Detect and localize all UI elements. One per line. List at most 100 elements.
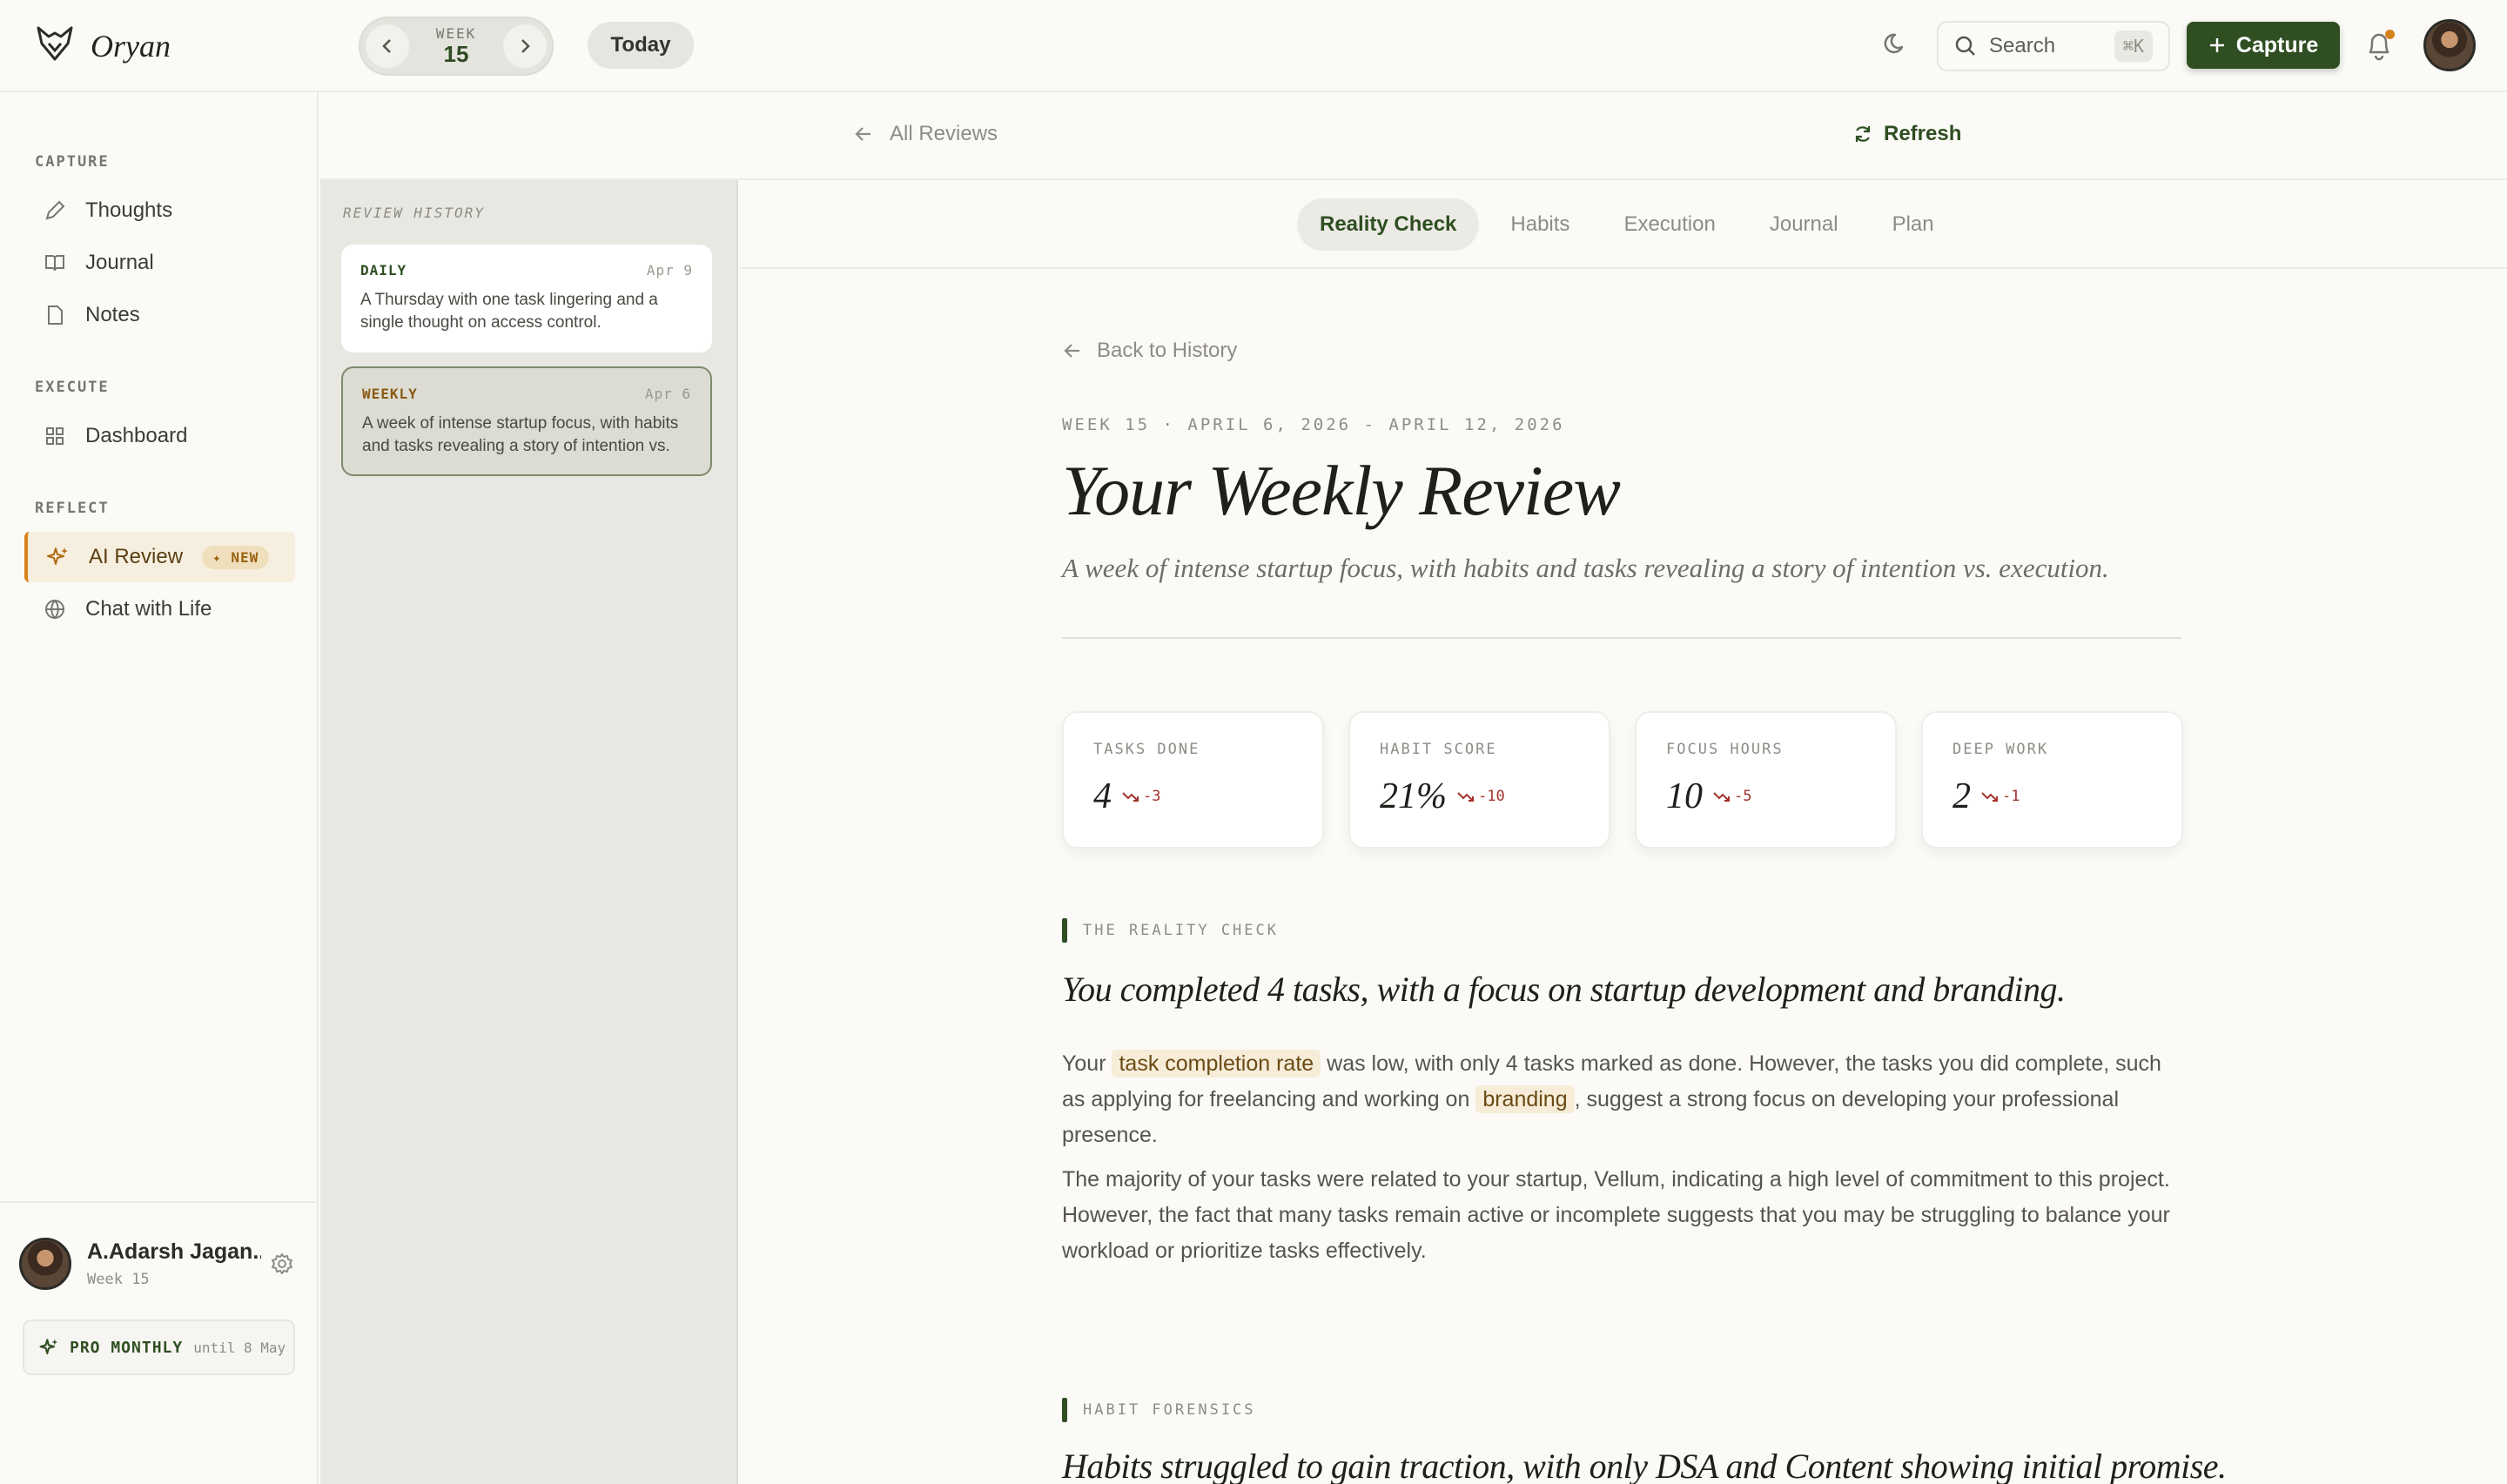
stat-value: 21% (1380, 776, 1447, 816)
week-label: WEEK (435, 25, 477, 42)
stat-label: TASKS DONE (1093, 741, 1200, 758)
user-week: Week 15 (87, 1271, 150, 1288)
tab-habits[interactable]: Habits (1488, 198, 1592, 251)
reality-check-paragraph-2: The majority of your tasks were related … (1062, 1167, 2170, 1263)
sidebar-section-capture: CAPTURE (35, 153, 110, 171)
week-indicator: WEEK 15 (435, 25, 477, 67)
sidebar-item-label: Notes (85, 303, 140, 326)
brand[interactable]: Oryan (35, 24, 171, 67)
prev-week-button[interactable] (366, 24, 409, 68)
week-number: 15 (443, 41, 469, 67)
stat-card-tasks-done: TASKS DONE 4 -3 (1062, 711, 1324, 849)
search-placeholder: Search (1989, 34, 2056, 57)
gear-icon[interactable] (270, 1252, 294, 1280)
history-card-type: WEEKLY (362, 386, 418, 402)
globe-icon (45, 599, 64, 620)
divider (1062, 637, 2181, 639)
refresh-button[interactable]: Refresh (1852, 122, 1961, 146)
refresh-label: Refresh (1884, 122, 1962, 145)
section-label: THE REALITY CHECK (1083, 922, 1279, 939)
stat-card-habit-score: HABIT SCORE 21% -10 (1348, 711, 1610, 849)
page-title: Your Weekly Review (1062, 451, 1621, 530)
plan-label: PRO MONTHLY (70, 1338, 184, 1357)
stat-value: 10 (1666, 776, 1703, 816)
section-accent-bar (1062, 918, 1067, 943)
sidebar-section-execute: EXECUTE (35, 379, 110, 396)
stat-delta: -3 (1122, 788, 1160, 805)
all-reviews-link[interactable]: All Reviews (853, 122, 998, 146)
history-card-summary: A week of intense startup focus, with ha… (362, 414, 679, 455)
week-navigator: WEEK 15 (359, 17, 554, 76)
trend-down-icon (1457, 792, 1474, 802)
tab-reality-check[interactable]: Reality Check (1297, 198, 1480, 251)
sidebar-item-thoughts[interactable]: Thoughts (24, 185, 295, 236)
back-label: Back to History (1097, 339, 1238, 362)
fox-logo-icon (35, 24, 75, 67)
pencil-icon (45, 200, 65, 220)
tab-execution[interactable]: Execution (1601, 198, 1737, 251)
reality-check-heading: THE REALITY CHECK (1062, 918, 1279, 943)
stat-label: DEEP WORK (1953, 741, 2049, 758)
sidebar-item-dashboard[interactable]: Dashboard (24, 411, 295, 461)
sidebar-item-ai-review[interactable]: AI Review ✦ NEW (24, 532, 295, 582)
tab-plan[interactable]: Plan (1870, 198, 1957, 251)
review-subheader: All Reviews Refresh (320, 92, 2507, 180)
refresh-icon (1855, 126, 1871, 142)
file-icon (48, 306, 63, 325)
reality-check-title: You completed 4 tasks, with a focus on s… (1062, 970, 2066, 1009)
reality-check-paragraph-1: Your task completion rate was low, with … (1062, 1050, 2161, 1147)
avatar[interactable] (2423, 19, 2476, 71)
capture-label: Capture (2235, 32, 2319, 57)
habit-forensics-title: Habits struggled to gain traction, with … (1062, 1447, 2227, 1484)
arrow-left-icon (1064, 344, 1079, 358)
user-avatar[interactable] (19, 1238, 71, 1290)
moon-icon[interactable] (1883, 30, 1911, 62)
history-card-date: Apr 9 (646, 262, 693, 279)
stat-delta: -1 (1981, 788, 2020, 805)
stat-value: 2 (1953, 776, 1971, 816)
search-box[interactable]: Search ⌘K (1937, 21, 2170, 71)
sidebar-item-chat-with-life[interactable]: Chat with Life (24, 584, 295, 635)
tab-journal[interactable]: Journal (1747, 198, 1861, 251)
back-to-history-link[interactable]: Back to History (1062, 339, 1237, 363)
history-card-summary: A Thursday with one task lingering and a… (360, 291, 658, 332)
brand-name: Oryan (91, 28, 171, 64)
sidebar-section-reflect: REFLECT (35, 500, 110, 517)
trend-down-icon (1122, 792, 1139, 802)
grid-icon (46, 427, 64, 445)
plan-badge[interactable]: PRO MONTHLY until 8 May (23, 1319, 295, 1375)
stat-label: FOCUS HOURS (1666, 741, 1784, 758)
chevron-left-icon (382, 39, 391, 53)
notification-dot (2385, 30, 2395, 39)
sparkles-icon (47, 547, 68, 565)
stat-value: 4 (1093, 776, 1112, 816)
week-range: WEEK 15 · APRIL 6, 2026 - APRIL 12, 2026 (1062, 415, 1565, 434)
sidebar-item-label: Journal (85, 251, 154, 274)
history-card-weekly[interactable]: WEEKLY Apr 6 A week of intense startup f… (341, 366, 712, 476)
review-tabs-bar: Reality Check Habits Execution Journal P… (740, 180, 2507, 269)
chevron-right-icon (521, 39, 530, 53)
trend-down-icon (1981, 792, 1998, 802)
capture-button[interactable]: Capture (2187, 22, 2340, 69)
section-accent-bar (1062, 1398, 1067, 1422)
plan-until: until 8 May (193, 1339, 286, 1356)
trend-down-icon (1713, 792, 1730, 802)
review-tabs: Reality Check Habits Execution Journal P… (1297, 198, 1957, 251)
highlight-branding: branding (1475, 1085, 1575, 1113)
stat-delta: -5 (1713, 788, 1751, 805)
book-open-icon (45, 255, 64, 272)
sidebar-item-notes[interactable]: Notes (24, 290, 295, 340)
sidebar-item-journal[interactable]: Journal (24, 238, 295, 288)
sidebar-item-label: AI Review (89, 545, 184, 568)
section-label: HABIT FORENSICS (1083, 1401, 1256, 1419)
history-card-daily[interactable]: DAILY Apr 9 A Thursday with one task lin… (341, 245, 712, 353)
sparkles-icon (39, 1339, 58, 1354)
highlight-task-completion-rate: task completion rate (1112, 1050, 1321, 1078)
next-week-button[interactable] (503, 24, 547, 68)
sidebar-item-label: Dashboard (85, 424, 188, 447)
all-reviews-label: All Reviews (890, 122, 998, 145)
sidebar-item-label: Chat with Life (85, 597, 212, 621)
today-button[interactable]: Today (588, 22, 694, 69)
sidebar-item-label: Thoughts (85, 198, 173, 222)
new-badge: ✦ NEW (202, 545, 270, 569)
